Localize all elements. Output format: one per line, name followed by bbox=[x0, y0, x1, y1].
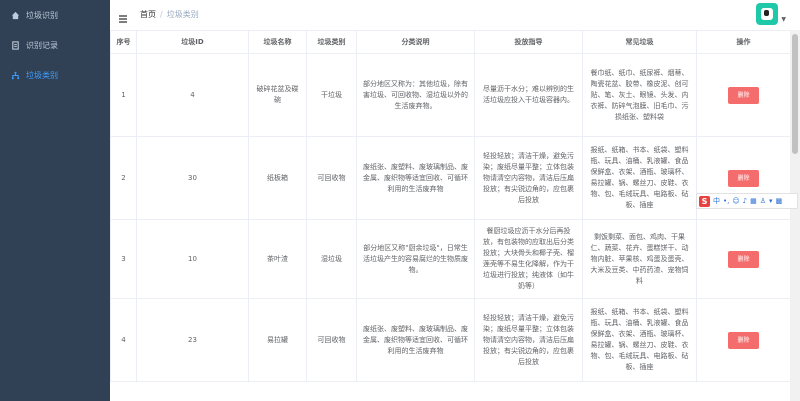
sidebar-item-label: 垃圾类别 bbox=[26, 70, 58, 80]
header-category: 垃圾类别 bbox=[306, 30, 357, 54]
cell-guide: 轻投轻放；清洁干燥，避免污染；废纸尽量平整；立体包装物请清空内容物，清洁后压扁投… bbox=[474, 136, 583, 220]
delete-button[interactable]: 删除 bbox=[728, 250, 759, 268]
user-icon[interactable]: ♙ bbox=[760, 197, 766, 205]
cell-id: 23 bbox=[136, 298, 249, 382]
cell-guide: 轻投轻放；清洁干燥，避免污染；废纸尽量平整；立体包装物请清空内容物，清洁后压扁投… bbox=[474, 298, 583, 382]
breadcrumb: 首页 / 垃圾类别 bbox=[140, 9, 199, 20]
cell-category: 湿垃圾 bbox=[306, 219, 357, 299]
header-common: 常见垃圾 bbox=[582, 30, 697, 54]
cell-name: 茶叶渣 bbox=[248, 219, 307, 299]
cell-index: 3 bbox=[110, 219, 137, 299]
cell-guide: 餐厨垃圾应沥干水分后再投放，有包装物的应取出后分类投放；大块骨头和椰子壳、榴莲壳… bbox=[474, 219, 583, 299]
delete-button[interactable]: 删除 bbox=[728, 86, 759, 104]
sidebar-item-label: 识别记录 bbox=[26, 40, 58, 50]
sidebar: 垃圾识别 识别记录 垃圾类别 bbox=[0, 0, 110, 401]
header-description: 分类说明 bbox=[356, 30, 475, 54]
cell-action: 删除 bbox=[696, 219, 791, 299]
document-icon bbox=[10, 40, 20, 50]
sidebar-item-garbage-categories[interactable]: 垃圾类别 bbox=[0, 60, 110, 90]
cell-id: 10 bbox=[136, 219, 249, 299]
cell-name: 破碎花盆及碟碗 bbox=[248, 53, 307, 137]
sidebar-item-recognition-records[interactable]: 识别记录 bbox=[0, 30, 110, 60]
table-header-row: 序号 垃圾ID 垃圾名称 垃圾类别 分类说明 投放指导 常见垃圾 操作 bbox=[110, 30, 791, 54]
tree-icon bbox=[10, 70, 20, 80]
cell-id: 30 bbox=[136, 136, 249, 220]
header-id: 垃圾ID bbox=[136, 30, 249, 54]
cell-name: 易拉罐 bbox=[248, 298, 307, 382]
caret-down-icon[interactable]: ▼ bbox=[781, 16, 786, 23]
ime-lang-label[interactable]: 中 bbox=[713, 196, 720, 206]
home-icon bbox=[10, 10, 20, 20]
cell-index: 4 bbox=[110, 298, 137, 382]
breadcrumb-separator: / bbox=[160, 10, 163, 19]
cell-description: 废纸张、废塑料、废玻璃制品、废金属、废织物等适宜回收、可循环利用的生活废弃物 bbox=[356, 136, 475, 220]
sidebar-item-garbage-recognition[interactable]: 垃圾识别 bbox=[0, 0, 110, 30]
cell-description: 部分地区又称为：其他垃圾，除有害垃圾、可回收物、湿垃圾以外的生活废弃物。 bbox=[356, 53, 475, 137]
emoji-icon[interactable]: ☺ bbox=[732, 197, 739, 205]
cell-action: 删除 bbox=[696, 53, 791, 137]
cell-index: 2 bbox=[110, 136, 137, 220]
cell-name: 纸板箱 bbox=[248, 136, 307, 220]
table-row: 2 30 纸板箱 可回收物 废纸张、废塑料、废玻璃制品、废金属、废织物等适宜回收… bbox=[110, 136, 791, 220]
grid-icon[interactable]: ▩ bbox=[776, 197, 783, 205]
navbar: 首页 / 垃圾类别 ▼ bbox=[110, 0, 800, 31]
hamburger-icon[interactable] bbox=[118, 9, 128, 23]
delete-button[interactable]: 删除 bbox=[728, 331, 759, 349]
avatar[interactable] bbox=[756, 3, 779, 25]
punctuation-icon[interactable]: •, bbox=[723, 197, 729, 205]
breadcrumb-home[interactable]: 首页 bbox=[140, 10, 156, 19]
cell-common: 报纸、纸箱、书本、纸袋、塑料瓶、玩具、油桶、乳液罐、食品保鲜盒、衣架、酒瓶、玻璃… bbox=[582, 136, 697, 220]
header-index: 序号 bbox=[110, 30, 137, 54]
vertical-scrollbar[interactable] bbox=[790, 30, 800, 401]
cell-action: 删除 bbox=[696, 298, 791, 382]
cell-common: 餐巾纸、纸巾、纸尿裤、烟蒂、陶瓷花盆、胶带、橡皮泥、创可贴、笔、灰土、眼镜、头发… bbox=[582, 53, 697, 137]
keyboard-icon[interactable]: ▦ bbox=[750, 197, 757, 205]
scrollbar-thumb[interactable] bbox=[792, 34, 798, 154]
microphone-icon[interactable]: ♪ bbox=[743, 197, 747, 205]
cell-id: 4 bbox=[136, 53, 249, 137]
sogou-logo-icon: S bbox=[699, 195, 710, 207]
cell-category: 干垃圾 bbox=[306, 53, 357, 137]
table-row: 1 4 破碎花盆及碟碗 干垃圾 部分地区又称为：其他垃圾，除有害垃圾、可回收物、… bbox=[110, 53, 791, 137]
header-name: 垃圾名称 bbox=[248, 30, 307, 54]
cell-guide: 尽量沥干水分；难以辨别的生活垃圾应投入干垃圾容器内。 bbox=[474, 53, 583, 137]
cell-category: 可回收物 bbox=[306, 136, 357, 220]
table-row: 3 10 茶叶渣 湿垃圾 部分地区又称"厨余垃圾"，日常生活垃圾产生的容易腐烂的… bbox=[110, 219, 791, 299]
cell-common: 报纸、纸箱、书本、纸袋、塑料瓶、玩具、油桶、乳液罐、食品保鲜盒、衣架、酒瓶、玻璃… bbox=[582, 298, 697, 382]
cell-common: 剩饭剩菜、面包、鸡肉、干果仁、蔬菜、花卉、蛋糕饼干、动物内脏、苹果核、鸡蛋及蛋壳… bbox=[582, 219, 697, 299]
table-row: 4 23 易拉罐 可回收物 废纸张、废塑料、废玻璃制品、废金属、废织物等适宜回收… bbox=[110, 298, 791, 382]
sidebar-item-label: 垃圾识别 bbox=[26, 10, 58, 20]
shirt-icon[interactable]: ▾ bbox=[769, 197, 773, 205]
cell-description: 部分地区又称"厨余垃圾"，日常生活垃圾产生的容易腐烂的生物质废物。 bbox=[356, 219, 475, 299]
header-guide: 投放指导 bbox=[474, 30, 583, 54]
user-dropdown[interactable]: ▼ bbox=[756, 3, 786, 25]
ime-toolbar[interactable]: S 中 •, ☺ ♪ ▦ ♙ ▾ ▩ bbox=[696, 193, 798, 209]
header-action: 操作 bbox=[696, 30, 791, 54]
breadcrumb-current: 垃圾类别 bbox=[166, 10, 199, 19]
cell-index: 1 bbox=[110, 53, 137, 137]
garbage-category-table: 序号 垃圾ID 垃圾名称 垃圾类别 分类说明 投放指导 常见垃圾 操作 1 4 … bbox=[110, 30, 791, 382]
delete-button[interactable]: 删除 bbox=[728, 169, 759, 187]
cell-description: 废纸张、废塑料、废玻璃制品、废金属、废织物等适宜回收、可循环利用的生活废弃物 bbox=[356, 298, 475, 382]
cell-category: 可回收物 bbox=[306, 298, 357, 382]
